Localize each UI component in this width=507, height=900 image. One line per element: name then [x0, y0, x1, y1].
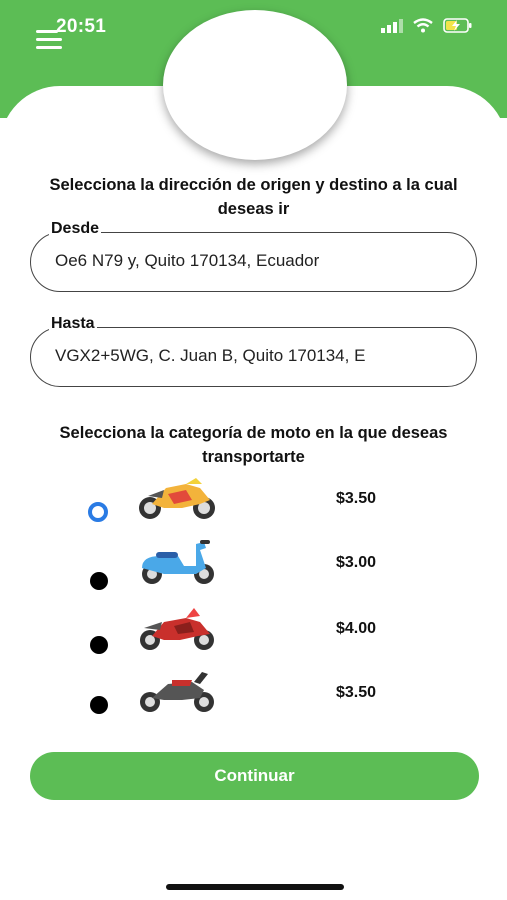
- from-address-field[interactable]: Desde Oe6 N79 y, Quito 170134, Ecuador: [30, 220, 477, 292]
- from-label: Desde: [49, 220, 102, 238]
- radio-button[interactable]: [90, 696, 108, 714]
- sport-motorcycle-red-icon: [140, 608, 214, 650]
- hamburger-menu-icon[interactable]: [36, 30, 64, 50]
- price-label: $4.00: [336, 620, 377, 637]
- radio-button-selected[interactable]: [88, 502, 108, 522]
- battery-charging-icon: [443, 18, 472, 33]
- home-indicator: [166, 884, 344, 890]
- origin-destination-title: Selecciona la dirección de origen y dest…: [49, 176, 458, 218]
- moto-option-2[interactable]: $3.00: [0, 536, 507, 596]
- status-icons: [381, 18, 473, 33]
- classic-motorcycle-icon: [140, 672, 214, 712]
- radio-button[interactable]: [90, 636, 108, 654]
- radio-button[interactable]: [90, 572, 108, 590]
- price-label: $3.00: [336, 554, 377, 571]
- signal-icon: [381, 18, 403, 33]
- moto-option-1[interactable]: $3.50: [0, 472, 507, 532]
- moto-option-4[interactable]: $3.50: [0, 668, 507, 728]
- price-label: $3.50: [336, 490, 377, 507]
- to-address-input[interactable]: VGX2+5WG, C. Juan B, Quito 170134, E: [55, 346, 446, 366]
- moto-option-3[interactable]: $4.00: [0, 602, 507, 662]
- avatar: [163, 10, 347, 160]
- from-address-input[interactable]: Oe6 N79 y, Quito 170134, Ecuador: [55, 251, 446, 271]
- to-label: Hasta: [49, 315, 97, 333]
- wifi-icon: [413, 18, 433, 33]
- scooter-blue-icon: [142, 540, 214, 584]
- category-title: Selecciona la categoría de moto en la qu…: [59, 424, 448, 466]
- to-address-field[interactable]: Hasta VGX2+5WG, C. Juan B, Quito 170134,…: [30, 315, 477, 387]
- sport-motorcycle-orange-icon: [139, 478, 215, 519]
- continue-button[interactable]: Continuar: [30, 752, 479, 800]
- price-label: $3.50: [336, 684, 377, 701]
